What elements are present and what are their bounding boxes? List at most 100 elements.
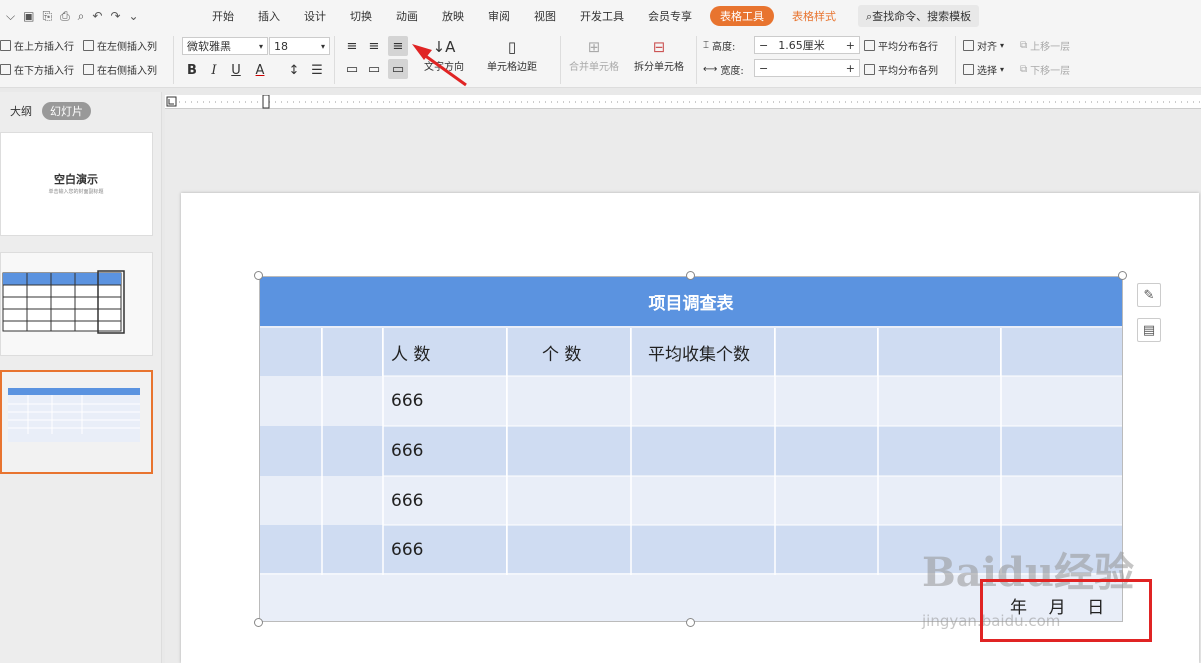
cell-margin-icon: ▯: [507, 38, 517, 56]
tab-slides[interactable]: 幻灯片: [42, 102, 91, 120]
thumb-subtitle: 单击输入您的封面副标题: [48, 189, 104, 195]
edit-pen-icon[interactable]: ✎: [1137, 283, 1161, 307]
divider: [696, 36, 697, 84]
insert-row-icon: [0, 64, 11, 75]
insert-row-above-button[interactable]: 在上方插入行: [0, 38, 74, 53]
thumb-table-preview: [8, 388, 140, 442]
split-cells-button[interactable]: ⊟ 拆分单元格: [634, 38, 684, 73]
insert-left-label: 在左侧插入列: [97, 42, 157, 53]
divider: [173, 36, 174, 84]
width-text: 宽度:: [720, 66, 744, 77]
height-icon: ⌶: [703, 40, 709, 51]
distribute-rows-button[interactable]: 平均分布各行: [864, 38, 938, 53]
valign-top-icon[interactable]: ▭: [342, 59, 362, 79]
tab-review[interactable]: 审阅: [476, 8, 522, 24]
tab-developer[interactable]: 开发工具: [568, 8, 636, 24]
tab-member[interactable]: 会员专享: [636, 8, 704, 24]
valign-middle-icon[interactable]: ▭: [364, 59, 384, 79]
print-icon[interactable]: ⎙: [60, 9, 70, 24]
insert-below-label: 在下方插入行: [14, 66, 74, 77]
chevron-down-icon: ▾: [258, 41, 263, 51]
slide-thumbnail-3[interactable]: [0, 370, 153, 474]
insert-col-right-button[interactable]: 在右侧插入列: [83, 62, 157, 77]
redo-icon[interactable]: ↷: [110, 9, 120, 23]
valign-bottom-icon[interactable]: ▭: [388, 59, 408, 79]
line-spacing-icon[interactable]: ↕: [284, 60, 304, 80]
ribbon-tabs: 开始 插入 设计 切换 动画 放映 审阅 视图 开发工具 会员专享 表格工具 表…: [200, 0, 980, 32]
panel-tabs: 大纲 幻灯片: [10, 102, 91, 120]
insert-row-below-button[interactable]: 在下方插入行: [0, 62, 74, 77]
slide-thumbnail-2[interactable]: [0, 252, 153, 356]
resize-handle[interactable]: [686, 618, 695, 627]
insert-col-left-button[interactable]: 在左侧插入列: [83, 38, 157, 53]
tab-outline[interactable]: 大纲: [10, 103, 32, 119]
resize-handle[interactable]: [686, 271, 695, 280]
ribbon: 在上方插入行 在左侧插入列 在下方插入行 在右侧插入列 微软雅黑 ▾ 18 ▾ B …: [0, 32, 1201, 88]
divider: [560, 36, 561, 84]
align-button[interactable]: 对齐 ▾: [963, 38, 1004, 53]
chevron-down-icon: ▾: [320, 41, 325, 51]
underline-button[interactable]: U: [226, 60, 246, 80]
layer-up-icon: ⧉: [1020, 40, 1028, 51]
resize-handle[interactable]: [254, 271, 263, 280]
width-stepper[interactable]: − +: [754, 59, 860, 77]
tab-transition[interactable]: 切换: [338, 8, 384, 24]
text-direction-button[interactable]: ↓A 文字方向: [424, 38, 464, 73]
slide-thumbnail-1[interactable]: 空白演示 单击输入您的封面副标题: [0, 132, 153, 236]
cell-margin-label: 单元格边距: [487, 62, 537, 73]
chevron-down-icon[interactable]: ⌵: [6, 9, 15, 24]
tab-slideshow[interactable]: 放映: [430, 8, 476, 24]
font-color-button[interactable]: A: [250, 60, 270, 80]
export-icon[interactable]: ⎘: [42, 9, 52, 24]
split-label: 拆分单元格: [634, 62, 684, 73]
insert-col-icon: [83, 40, 94, 51]
tab-insert[interactable]: 插入: [246, 8, 292, 24]
plus-icon[interactable]: +: [846, 39, 855, 52]
tab-animation[interactable]: 动画: [384, 8, 430, 24]
bring-forward-button[interactable]: ⧉ 上移一层: [1020, 38, 1070, 53]
minus-icon[interactable]: −: [759, 62, 768, 75]
tab-design[interactable]: 设计: [292, 8, 338, 24]
align-left-icon[interactable]: ≡: [342, 36, 362, 56]
distribute-cols-button[interactable]: 平均分布各列: [864, 62, 938, 77]
minus-icon[interactable]: −: [759, 39, 768, 52]
height-label: ⌶ 高度:: [703, 38, 735, 53]
tab-table-tools[interactable]: 表格工具: [710, 6, 774, 26]
save-icon[interactable]: ▣: [23, 9, 34, 23]
tab-view[interactable]: 视图: [522, 8, 568, 24]
divider: [955, 36, 956, 84]
align-right-icon[interactable]: ≡: [388, 36, 408, 56]
slides-panel: 大纲 幻灯片 空白演示 单击输入您的封面副标题: [0, 92, 162, 663]
table-title[interactable]: 项目调查表: [260, 277, 1122, 326]
horizontal-ruler[interactable]: [165, 94, 1201, 109]
align-center-icon[interactable]: ≡: [364, 36, 384, 56]
resize-handle[interactable]: [1118, 271, 1127, 280]
resize-handle[interactable]: [254, 618, 263, 627]
undo-icon[interactable]: ↶: [92, 9, 102, 23]
tab-table-style[interactable]: 表格样式: [780, 8, 848, 24]
font-size-value: 18: [274, 39, 288, 53]
select-icon: [963, 64, 974, 75]
font-size-select[interactable]: 18 ▾: [269, 37, 330, 55]
table-edit-icon[interactable]: ▤: [1137, 318, 1161, 342]
command-search[interactable]: ⌕查找命令、搜索模板: [858, 5, 980, 27]
width-icon: ⟷: [703, 64, 718, 75]
list-icon[interactable]: ☰: [307, 60, 327, 80]
cell-margin-button[interactable]: ▯ 单元格边距: [487, 38, 537, 73]
font-name-select[interactable]: 微软雅黑 ▾: [182, 37, 268, 55]
italic-button[interactable]: I: [204, 60, 224, 80]
insert-above-label: 在上方插入行: [14, 42, 74, 53]
bold-button[interactable]: B: [182, 60, 202, 80]
tab-home[interactable]: 开始: [200, 8, 246, 24]
more-icon[interactable]: ⌄: [129, 9, 139, 23]
select-button[interactable]: 选择 ▾: [963, 62, 1004, 77]
height-stepper[interactable]: −1.65厘米 +: [754, 36, 860, 54]
send-backward-button[interactable]: ⧉ 下移一层: [1020, 62, 1070, 77]
preview-icon[interactable]: ⌕: [78, 9, 85, 24]
thumb-table-preview: [2, 270, 125, 334]
ruler-ticks: [166, 94, 1201, 109]
height-value[interactable]: 1.65厘米: [778, 37, 825, 53]
select-label: 选择: [977, 66, 997, 77]
plus-icon[interactable]: +: [846, 62, 855, 75]
merge-cells-button[interactable]: ⊞ 合并单元格: [569, 38, 619, 73]
